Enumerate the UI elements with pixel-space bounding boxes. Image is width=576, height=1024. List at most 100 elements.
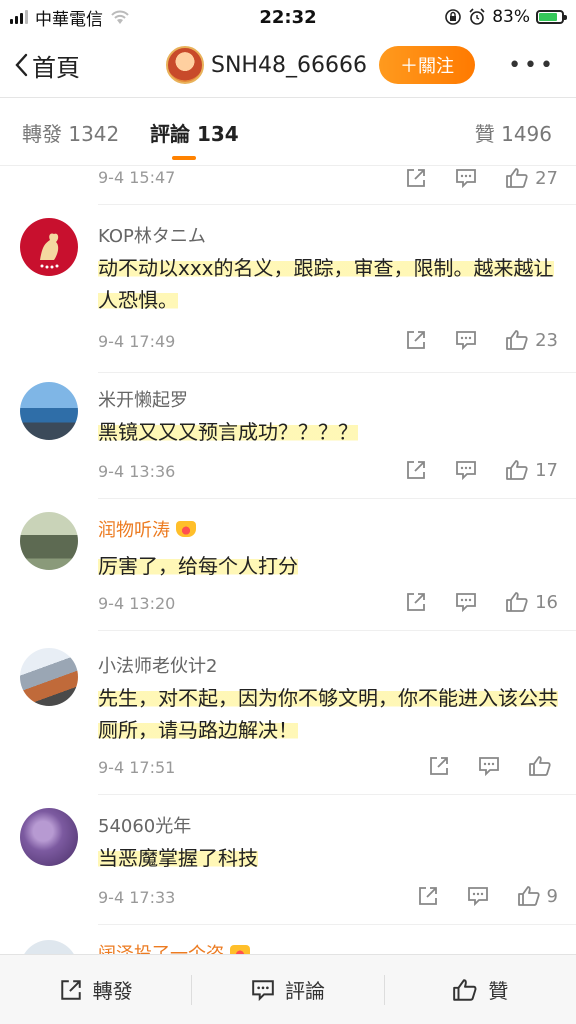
- like-count: 16: [535, 591, 558, 613]
- comment-text: 黑镜又又又预言成功？？？？: [98, 420, 358, 444]
- back-button[interactable]: 首頁: [14, 48, 80, 83]
- follow-button[interactable]: ＋關注: [378, 46, 475, 84]
- comment-actions: 17: [405, 458, 558, 482]
- comment-actions: 16: [405, 590, 558, 614]
- wifi-icon: [111, 10, 129, 24]
- like-action[interactable]: 23: [505, 328, 558, 352]
- comment-actions: 9: [417, 884, 558, 908]
- repost-action[interactable]: [428, 755, 450, 777]
- avatar[interactable]: [20, 940, 78, 954]
- comment-author[interactable]: 54060光年: [98, 812, 191, 838]
- crown-icon: [230, 945, 250, 954]
- bottom-toolbar: 轉發 評論 贊: [0, 954, 576, 1024]
- repost-label: 轉發: [92, 979, 133, 1003]
- back-label: 首頁: [32, 53, 80, 82]
- divider: [98, 498, 576, 499]
- comment-text: 先生，对不起，因为你不够文明，你不能进入该公共厕所，请马路边解决！: [98, 686, 558, 742]
- nav-bar: 首頁 SNH48_66666 ＋關注 •••: [0, 34, 576, 96]
- comment-text: 动不动以xxx的名义，跟踪，审查，限制。越来越让人恐惧。: [98, 256, 554, 312]
- comment-text: 当恶魔掌握了科技: [98, 846, 258, 870]
- reply-action[interactable]: [478, 755, 500, 777]
- active-tab-indicator: [172, 156, 196, 160]
- divider: [98, 630, 576, 631]
- divider: [98, 794, 576, 795]
- tab-bar: 轉發 1342 評論 134 贊 1496: [0, 98, 576, 166]
- divider: [98, 372, 576, 373]
- battery-fill: [539, 13, 558, 21]
- user-header[interactable]: SNH48_66666: [166, 46, 367, 84]
- thumbs-up-icon: [506, 330, 528, 350]
- rotation-lock-icon: [445, 9, 462, 25]
- thumbs-up-icon: [506, 168, 528, 188]
- share-icon: [407, 169, 425, 187]
- avatar[interactable]: [20, 648, 78, 706]
- share-icon: [407, 461, 425, 479]
- comment-actions: 23: [405, 328, 558, 352]
- divider: [98, 204, 576, 205]
- comment-list[interactable]: 9-4 15:47 27 KOP林タニム 动不动以xxx的名义，跟踪，审查，限制…: [0, 166, 576, 954]
- comment-time: 9-4 17:33: [98, 888, 176, 907]
- like-action[interactable]: 27: [505, 166, 558, 190]
- username[interactable]: SNH48_66666: [211, 53, 367, 78]
- comment-time: 9-4 17:49: [98, 332, 176, 351]
- more-icon[interactable]: •••: [508, 53, 556, 78]
- reply-action[interactable]: [455, 167, 477, 189]
- tab-likes[interactable]: 贊 1496: [475, 118, 552, 147]
- comment-time: 9-4 17:51: [98, 758, 176, 777]
- clock: 22:32: [259, 6, 317, 28]
- like-count: 9: [546, 885, 558, 907]
- reply-action[interactable]: [455, 591, 477, 613]
- comment-icon: [252, 979, 274, 1001]
- battery-percent: 83%: [492, 7, 530, 27]
- status-bar: 中華電信 22:32 83%: [0, 0, 576, 34]
- like-button[interactable]: 贊: [385, 955, 576, 1024]
- like-action[interactable]: 16: [505, 590, 558, 614]
- comment-icon: [467, 887, 488, 907]
- comment-icon: [456, 331, 476, 351]
- like-count: 23: [535, 329, 558, 351]
- comment-time: 9-4 13:36: [98, 462, 176, 481]
- repost-action[interactable]: [405, 167, 427, 189]
- like-count: 27: [535, 167, 558, 189]
- repost-action[interactable]: [405, 591, 427, 613]
- avatar[interactable]: [20, 218, 78, 276]
- comment-icon: [456, 461, 476, 481]
- share-icon: [60, 979, 81, 1000]
- share-icon: [430, 757, 448, 775]
- comment-author[interactable]: 米开懒起罗: [98, 386, 188, 412]
- repost-action[interactable]: [417, 885, 439, 907]
- like-action[interactable]: 17: [505, 458, 558, 482]
- like-action[interactable]: 9: [517, 884, 558, 908]
- repost-button[interactable]: 轉發: [0, 955, 191, 1024]
- avatar[interactable]: [166, 46, 204, 84]
- comment-author[interactable]: 阔泽投了一个盗: [98, 940, 250, 954]
- comment-icon: [456, 593, 476, 613]
- avatar[interactable]: [20, 512, 78, 570]
- tab-comments[interactable]: 評論 134: [150, 118, 239, 147]
- battery-icon: [536, 10, 567, 24]
- divider: [98, 924, 576, 925]
- comment-time: 9-4 13:20: [98, 594, 176, 613]
- thumbs-up-icon: [517, 886, 540, 906]
- comment-author[interactable]: 润物听涛: [98, 516, 196, 542]
- reply-action[interactable]: [455, 329, 477, 351]
- thumbs-up-icon: [529, 756, 551, 776]
- repost-action[interactable]: [405, 329, 427, 351]
- comment-button[interactable]: 評論: [192, 955, 383, 1024]
- thumbs-up-icon: [506, 592, 528, 612]
- comment-label: 評論: [284, 979, 325, 1003]
- comment-author[interactable]: KOP林タニム: [98, 222, 206, 248]
- comment-actions: [428, 754, 558, 778]
- tab-repost[interactable]: 轉發 1342: [22, 118, 119, 147]
- reply-action[interactable]: [455, 459, 477, 481]
- reply-action[interactable]: [467, 885, 489, 907]
- comment-text: 厉害了，给每个人打分: [98, 554, 298, 578]
- like-action[interactable]: [528, 754, 558, 778]
- avatar[interactable]: [20, 382, 78, 440]
- comment-author[interactable]: 小法师老伙计2: [98, 652, 217, 678]
- alarm-icon: [469, 8, 485, 25]
- thumbs-up-icon: [506, 460, 528, 480]
- repost-action[interactable]: [405, 459, 427, 481]
- comment-actions: 27: [405, 166, 558, 190]
- avatar[interactable]: [20, 808, 78, 866]
